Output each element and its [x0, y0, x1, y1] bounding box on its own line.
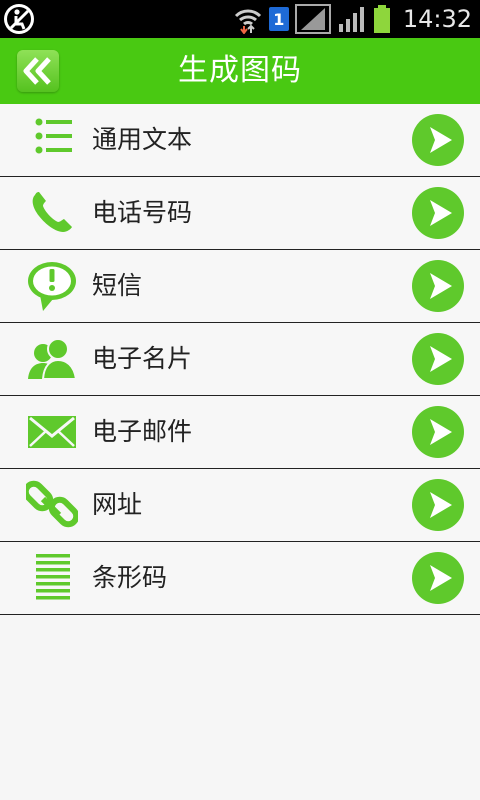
signal-sim2-icon [338, 7, 364, 32]
list-item-phone[interactable]: 电话号码 [0, 177, 480, 250]
list-item-label: 电话号码 [92, 198, 193, 227]
list-item-label: 电子邮件 [92, 417, 193, 446]
status-bar: 1 14:32 [0, 0, 480, 38]
contacts-icon [28, 338, 78, 380]
play-arrow-icon[interactable] [412, 333, 464, 385]
sim-icon: 1 [268, 7, 289, 31]
sim-label: 1 [273, 9, 285, 29]
list-item-label: 网址 [92, 490, 143, 519]
list-item-label: 条形码 [92, 563, 168, 592]
list-item-email[interactable]: 电子邮件 [0, 396, 480, 469]
play-arrow-icon[interactable] [412, 187, 464, 239]
play-arrow-icon[interactable] [412, 552, 464, 604]
title-bar: 生成图码 [0, 38, 480, 104]
list-item-sms[interactable]: 短信 [0, 250, 480, 323]
list-item-vcard[interactable]: 电子名片 [0, 323, 480, 396]
list-item-barcode[interactable]: 条形码 [0, 542, 480, 615]
page-title: 生成图码 [178, 53, 302, 88]
clock: 14:32 [402, 5, 472, 33]
wifi-icon [234, 9, 261, 34]
list-item-label: 电子名片 [92, 344, 193, 373]
sms-icon [28, 262, 76, 311]
play-arrow-icon[interactable] [412, 260, 464, 312]
list-item-text[interactable]: 通用文本 [0, 104, 480, 177]
generate-code-list: 通用文本 电话号码 短信 电子名片 电子邮件 网址 条形码 [0, 104, 480, 615]
play-arrow-icon[interactable] [412, 406, 464, 458]
barcode-icon [36, 554, 70, 600]
play-arrow-icon[interactable] [412, 479, 464, 531]
play-arrow-icon[interactable] [412, 114, 464, 166]
link-icon [26, 480, 78, 528]
battery-icon [373, 5, 390, 33]
signal-sim1-icon [294, 4, 331, 34]
list-item-url[interactable]: 网址 [0, 469, 480, 542]
list-icon [35, 118, 72, 154]
phone-icon [32, 192, 72, 232]
accessibility-icon [4, 4, 34, 34]
list-item-label: 通用文本 [92, 125, 193, 154]
list-item-label: 短信 [92, 271, 143, 300]
mail-icon [28, 416, 76, 448]
